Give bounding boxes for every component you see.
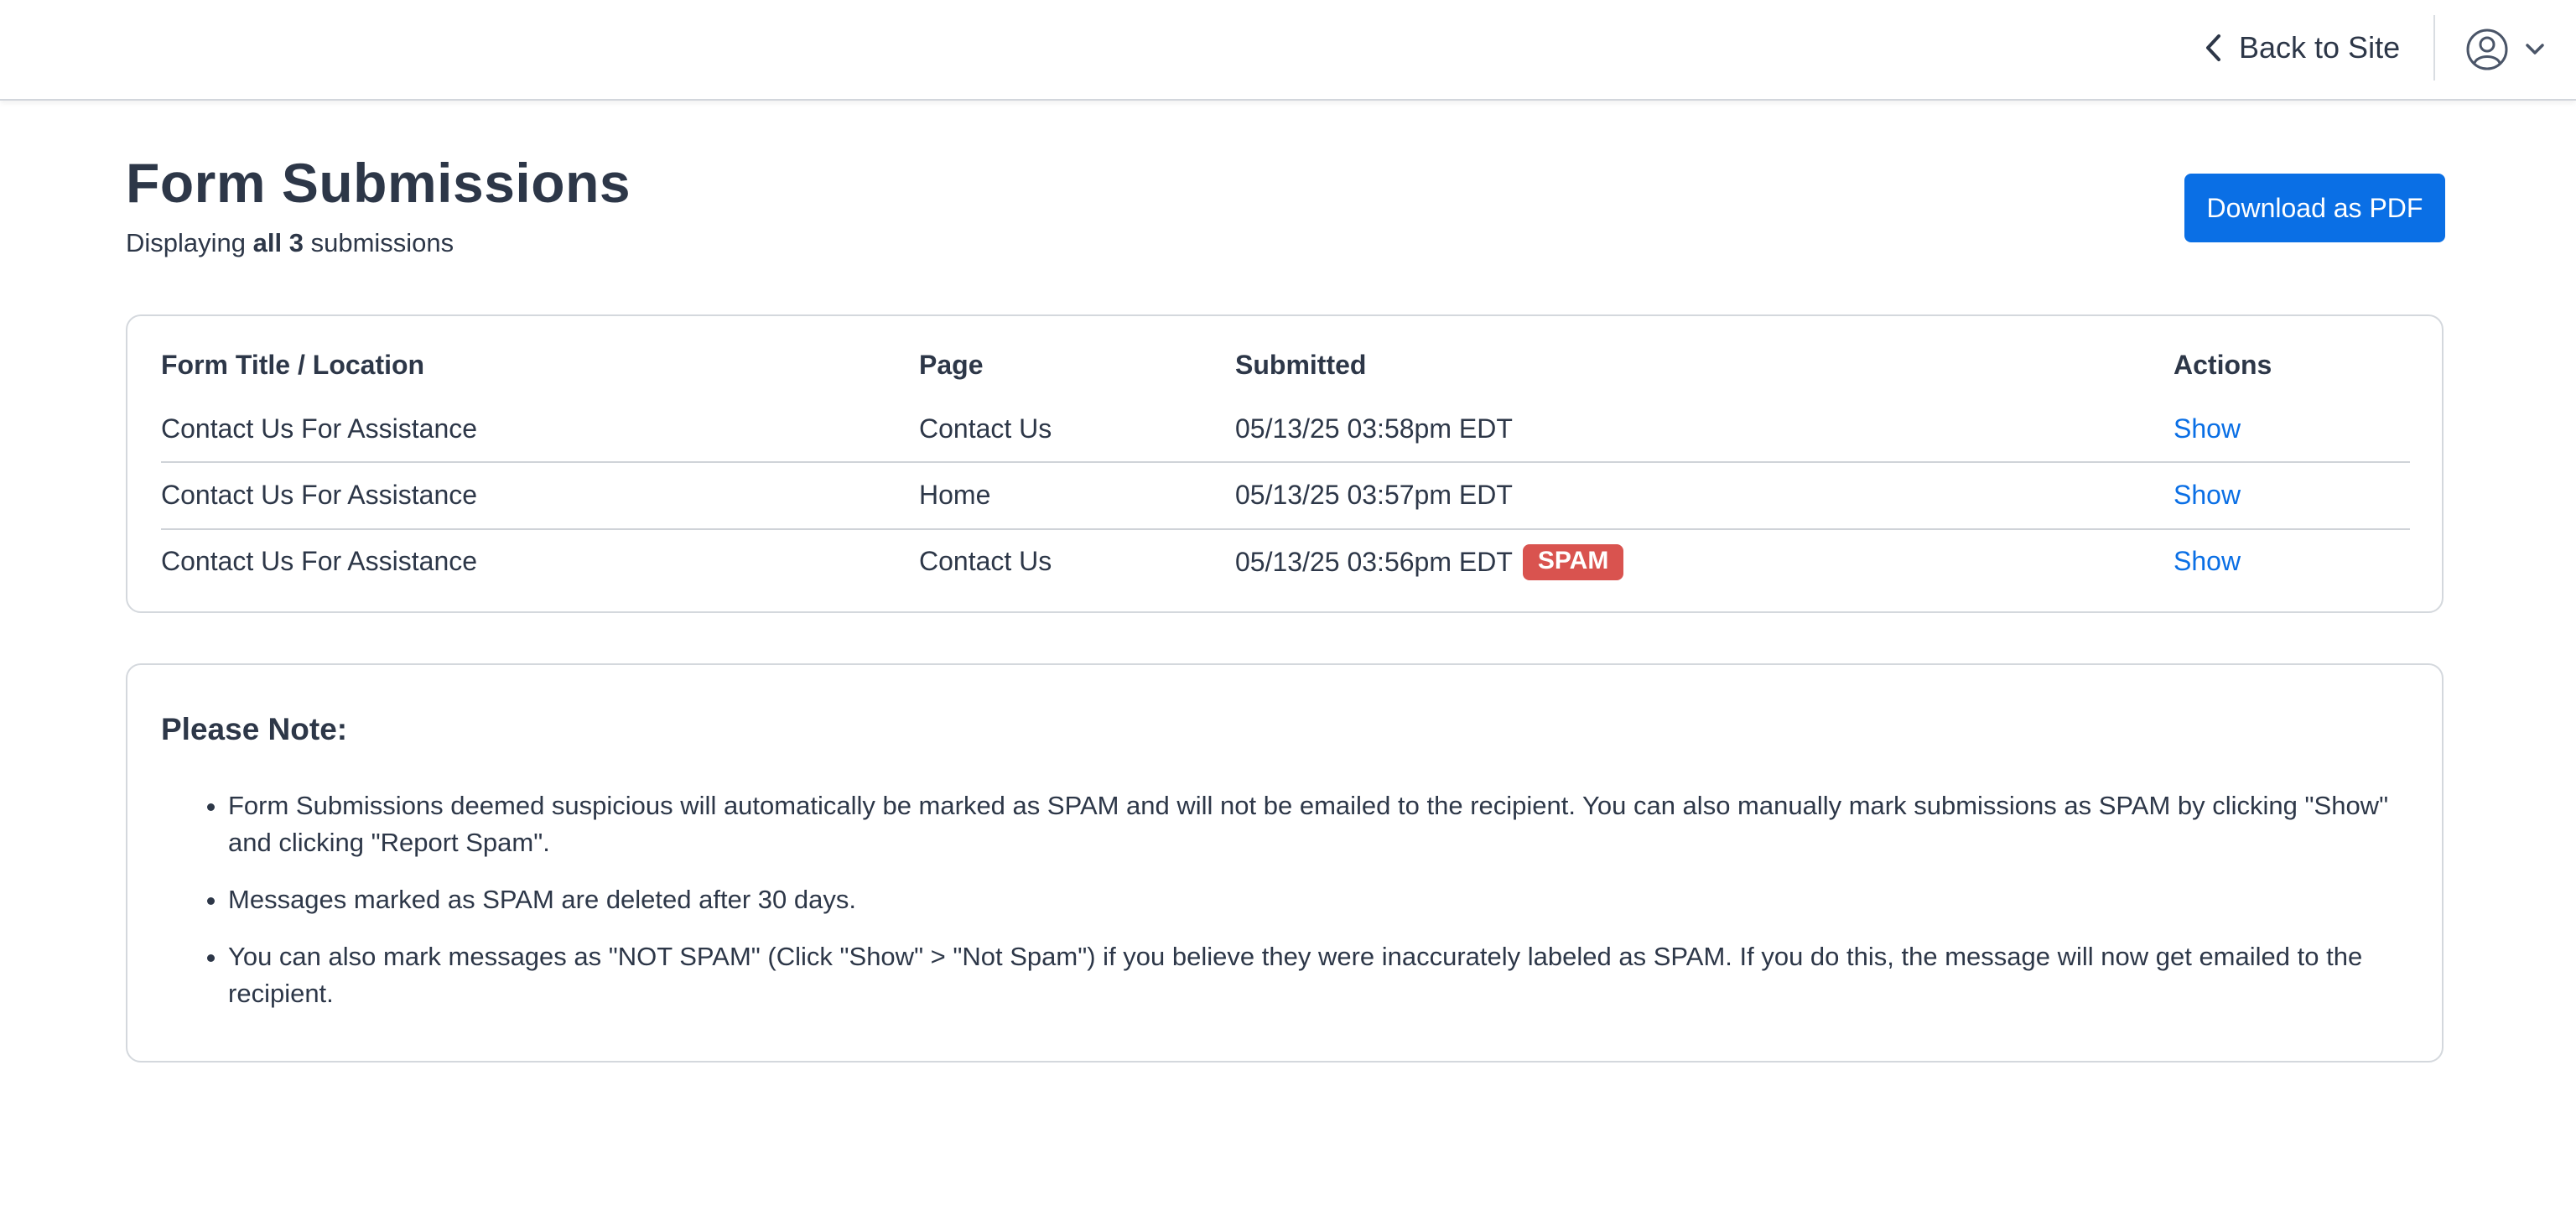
- row-1-form-title: Contact Us For Assistance: [161, 413, 478, 444]
- chevron-left-icon: [2206, 34, 2220, 61]
- note-item: Form Submissions deemed suspicious will …: [228, 787, 2408, 861]
- subtitle-count: all 3: [252, 228, 304, 257]
- row-2-form-title: Contact Us For Assistance: [161, 480, 478, 510]
- please-note-panel: Please Note: Form Submissions deemed sus…: [126, 663, 2444, 1063]
- column-header-page: Page: [919, 350, 984, 380]
- note-heading: Please Note:: [161, 712, 348, 746]
- row-divider: [161, 528, 2410, 530]
- row-2-submitted: 05/13/25 03:57pm EDT: [1235, 480, 1513, 510]
- row-3-show-link[interactable]: Show: [2174, 546, 2241, 577]
- user-circle-icon: [2466, 29, 2508, 70]
- top-bar: Back to Site: [0, 0, 2576, 101]
- submissions-table: Form Title / Location Page Submitted Act…: [126, 314, 2444, 613]
- note-list: Form Submissions deemed suspicious will …: [161, 787, 2408, 1032]
- row-3-submitted: 05/13/25 03:56pm EDT: [1235, 546, 1513, 577]
- note-item: You can also mark messages as "NOT SPAM"…: [228, 938, 2408, 1012]
- page-title: Form Submissions: [126, 152, 631, 214]
- subtitle-prefix: Displaying: [126, 228, 247, 257]
- row-3-page: Contact Us: [919, 546, 1052, 576]
- column-header-submitted: Submitted: [1235, 350, 1367, 380]
- header-divider: [2433, 15, 2435, 81]
- spam-badge: SPAM: [1522, 544, 1624, 580]
- back-to-site-link[interactable]: Back to Site: [2204, 25, 2400, 70]
- chevron-down-icon: [2526, 44, 2544, 55]
- back-to-site-label: Back to Site: [2239, 30, 2401, 65]
- subtitle-suffix: submissions: [310, 228, 454, 257]
- column-header-actions: Actions: [2174, 350, 2272, 380]
- row-2-show-link[interactable]: Show: [2174, 480, 2241, 511]
- row-2-page: Home: [919, 480, 991, 510]
- submission-count: Displaying all 3 submissions: [126, 228, 454, 258]
- row-1-show-link[interactable]: Show: [2174, 413, 2241, 444]
- row-divider: [161, 461, 2410, 463]
- row-1-page: Contact Us: [919, 413, 1052, 444]
- column-header-form: Form Title / Location: [161, 350, 425, 380]
- row-1-submitted: 05/13/25 03:58pm EDT: [1235, 413, 1513, 444]
- row-3-form-title: Contact Us For Assistance: [161, 546, 478, 576]
- user-menu[interactable]: [2465, 25, 2546, 74]
- note-item: Messages marked as SPAM are deleted afte…: [228, 881, 2408, 918]
- download-pdf-button[interactable]: Download as PDF: [2184, 174, 2445, 242]
- row-3-submitted-cell: 05/13/25 03:56pm EDT SPAM: [1235, 544, 1624, 582]
